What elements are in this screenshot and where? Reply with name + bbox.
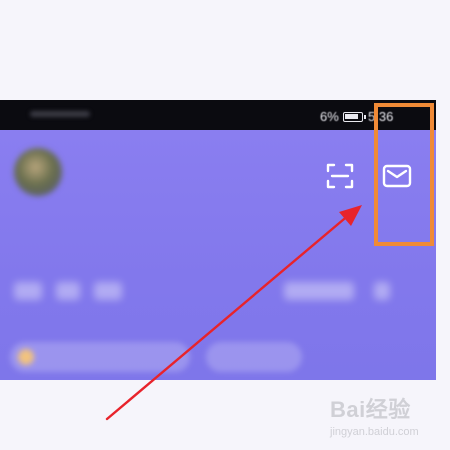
watermark: Bai经验 jingyan.baidu.com: [330, 392, 445, 440]
watermark-url: jingyan.baidu.com: [330, 426, 419, 438]
watermark-logo: Bai经验: [330, 397, 411, 422]
red-arrow-annotation: [105, 205, 362, 421]
screenshot-stage: 6% 5 36 Bai经验 jingyan.baidu.com: [0, 0, 450, 450]
